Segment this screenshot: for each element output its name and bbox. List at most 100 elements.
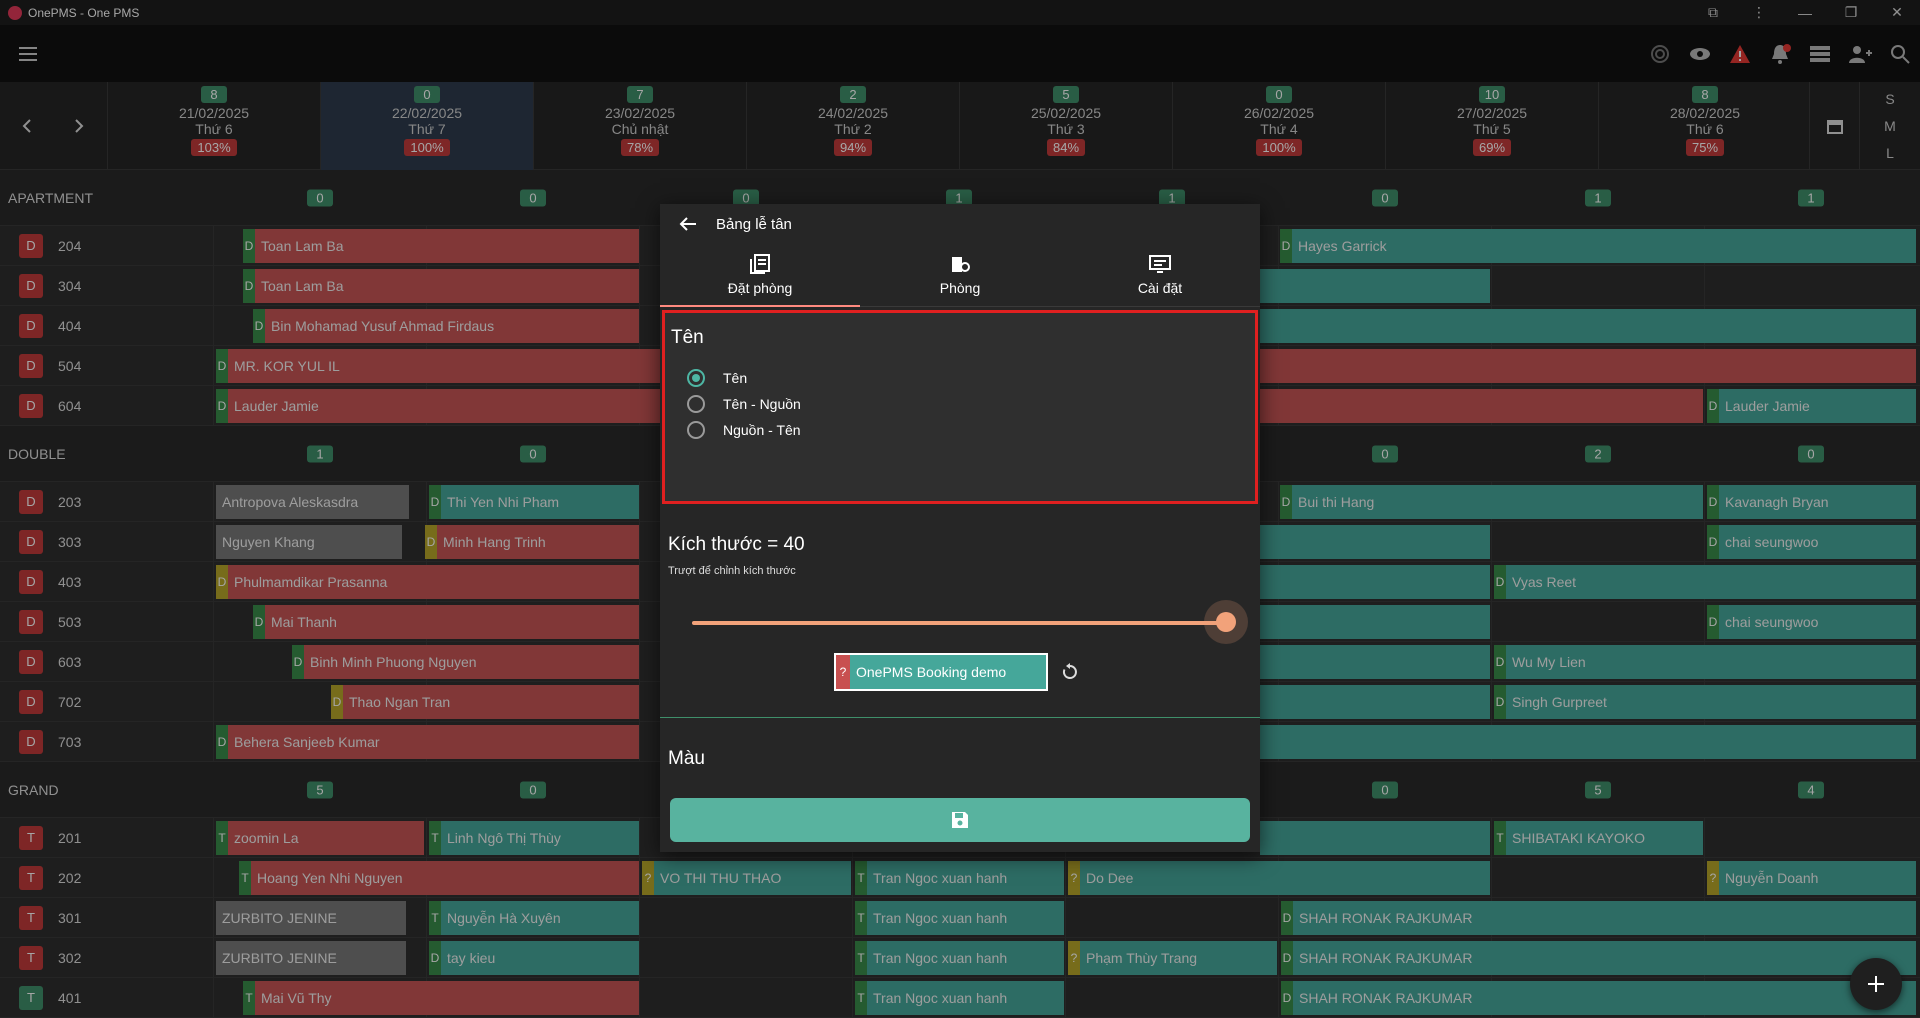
size-l-option[interactable]: L	[1886, 145, 1894, 161]
extensions-icon[interactable]: ⧉	[1690, 0, 1736, 25]
booking-bar[interactable]: D Minh Hang Trinh	[425, 525, 639, 559]
booking-bar[interactable]: T Nguyễn Hà Xuyên	[429, 901, 639, 935]
booking-bar[interactable]: Dtay kieu	[429, 941, 639, 975]
booking-bar[interactable]: T Linh Ngô Thị Thùy	[429, 821, 639, 855]
booking-bar[interactable]: D Mai Thanh	[253, 605, 639, 639]
day-column[interactable]: 0 22/02/2025 Thứ 7 100%	[320, 82, 533, 170]
booking-bar[interactable]	[1260, 565, 1490, 599]
booking-bar[interactable]: D Toan Lam Ba	[243, 229, 639, 263]
booking-bar[interactable]: ZURBITO JENINE	[216, 941, 406, 975]
room-number: 203	[58, 493, 82, 510]
eye-icon[interactable]	[1680, 25, 1720, 82]
day-column[interactable]: 5 25/02/2025 Thứ 3 84%	[959, 82, 1172, 170]
day-column[interactable]: 2 24/02/2025 Thứ 2 94%	[746, 82, 959, 170]
booking-bar[interactable]: T Tran Ngoc xuan hanh	[855, 861, 1064, 895]
search-icon[interactable]	[1880, 25, 1920, 82]
booking-bar[interactable]: D Binh Minh Phuong Nguyen	[292, 645, 639, 679]
booking-bar[interactable]: T Tran Ngoc xuan hanh	[855, 901, 1064, 935]
tab-room[interactable]: Phòng	[860, 244, 1060, 306]
booking-bar[interactable]: D Bin Mohamad Yusuf Ahmad Firdaus	[253, 309, 639, 343]
booking-bar[interactable]: D Lauder Jamie	[1707, 389, 1916, 423]
booking-bar[interactable]: D SHAH RONAK RAJKUMAR	[1281, 941, 1916, 975]
radio-option-name[interactable]: Tên	[687, 369, 747, 387]
radio-button[interactable]	[687, 395, 705, 413]
prev-arrow-icon[interactable]	[2, 82, 52, 170]
booking-bar[interactable]: D SHAH RONAK RAJKUMAR	[1281, 901, 1916, 935]
booking-bar[interactable]: D Behera Sanjeeb Kumar	[216, 725, 639, 759]
booking-bar[interactable]: D Phulmamdikar Prasanna	[216, 565, 639, 599]
booking-bar[interactable]: D Thi Yen Nhi Pham	[429, 485, 639, 519]
day-column[interactable]: 8 21/02/2025 Thứ 6 103%	[107, 82, 320, 170]
day-column[interactable]: 7 23/02/2025 Chủ nhật 78%	[533, 82, 746, 170]
reset-icon[interactable]	[1057, 659, 1083, 685]
warning-icon[interactable]	[1720, 25, 1760, 82]
size-m-option[interactable]: M	[1884, 118, 1896, 134]
booking-bar[interactable]: Dchai seungwoo	[1707, 605, 1916, 639]
booking-bar[interactable]: D Kavanagh Bryan	[1707, 485, 1916, 519]
size-slider-track[interactable]	[692, 621, 1224, 625]
booking-bar[interactable]	[1260, 645, 1490, 679]
radio-option-name-source[interactable]: Tên - Nguồn	[687, 395, 801, 413]
minimize-button[interactable]: —	[1782, 0, 1828, 25]
booking-bar[interactable]: D Thao Ngan Tran	[331, 685, 639, 719]
size-s-option[interactable]: S	[1885, 91, 1894, 107]
group-label: APARTMENT	[8, 189, 94, 206]
booking-bar[interactable]	[1260, 309, 1916, 343]
booking-bar[interactable]: Dchai seungwoo	[1707, 525, 1916, 559]
preview-label: OnePMS Booking demo	[856, 664, 1007, 680]
booking-bar[interactable]	[1260, 269, 1490, 303]
fingerprint-icon[interactable]	[1640, 25, 1680, 82]
radio-button[interactable]	[687, 421, 705, 439]
day-column[interactable]: 0 26/02/2025 Thứ 4 100%	[1172, 82, 1385, 170]
back-arrow-icon[interactable]	[660, 204, 716, 244]
save-button[interactable]	[670, 798, 1250, 842]
size-slider-thumb[interactable]	[1216, 612, 1236, 632]
booking-bar[interactable]: T Tran Ngoc xuan hanh	[855, 981, 1064, 1015]
booking-bar[interactable]	[1260, 605, 1490, 639]
room-number: 604	[58, 397, 82, 414]
close-button[interactable]: ✕	[1874, 0, 1920, 25]
booking-bar[interactable]: ? VO THI THU THAO	[642, 861, 851, 895]
booking-bar[interactable]	[1260, 685, 1490, 719]
more-options-icon[interactable]: ⋮	[1736, 0, 1782, 25]
booking-bar[interactable]	[1260, 821, 1490, 855]
add-user-icon[interactable]	[1840, 25, 1880, 82]
radio-option-source-name[interactable]: Nguồn - Tên	[687, 421, 801, 439]
booking-bar[interactable]: Antropova Aleskasdra	[216, 485, 409, 519]
calendar-icon[interactable]	[1809, 82, 1859, 170]
booking-bar[interactable]: ? Nguyễn Doanh	[1707, 861, 1916, 895]
hamburger-menu-icon[interactable]	[0, 25, 56, 82]
booking-bar[interactable]	[1260, 725, 1916, 759]
count-badge: 5	[1585, 781, 1611, 798]
maximize-button[interactable]: ❐	[1828, 0, 1874, 25]
booking-bar[interactable]: D Toan Lam Ba	[243, 269, 639, 303]
booking-bar[interactable]: T SHIBATAKI KAYOKO	[1494, 821, 1703, 855]
booking-bar[interactable]: D Singh Gurpreet	[1494, 685, 1916, 719]
room-number: 302	[58, 949, 82, 966]
tab-booking[interactable]: Đặt phòng	[660, 244, 860, 306]
booking-bar[interactable]	[1260, 525, 1490, 559]
booking-bar[interactable]: ? Phạm Thùy Trang	[1068, 941, 1277, 975]
list-view-icon[interactable]	[1800, 25, 1840, 82]
booking-bar[interactable]: T Tran Ngoc xuan hanh	[855, 941, 1064, 975]
booking-bar[interactable]: Tzoomin La	[216, 821, 424, 855]
bell-icon[interactable]	[1760, 25, 1800, 82]
booking-bar[interactable]: D Wu My Lien	[1494, 645, 1916, 679]
booking-bar[interactable]: D Hayes Garrick	[1280, 229, 1916, 263]
booking-bar[interactable]: ? Do Dee	[1068, 861, 1490, 895]
booking-bar[interactable]: D Bui thi Hang	[1280, 485, 1703, 519]
booking-bar[interactable]: D SHAH RONAK RAJKUMAR	[1281, 981, 1916, 1015]
booking-list-icon	[750, 254, 770, 274]
day-column[interactable]: 8 28/02/2025 Thứ 6 75%	[1598, 82, 1811, 170]
booking-bar[interactable]: Nguyen Khang	[216, 525, 402, 559]
radio-button-selected[interactable]	[687, 369, 705, 387]
tab-settings[interactable]: Cài đặt	[1060, 244, 1260, 306]
day-column[interactable]: 10 27/02/2025 Thứ 5 69%	[1385, 82, 1598, 170]
add-fab-button[interactable]	[1850, 958, 1902, 1010]
day-badge: 8	[1692, 86, 1718, 103]
next-arrow-icon[interactable]	[54, 82, 104, 170]
booking-bar[interactable]: T Mai Vũ Thy	[243, 981, 639, 1015]
booking-bar[interactable]: D Vyas Reet	[1494, 565, 1916, 599]
booking-bar[interactable]: ZURBITO JENINE	[216, 901, 406, 935]
booking-bar[interactable]: T Hoang Yen Nhi Nguyen	[239, 861, 639, 895]
